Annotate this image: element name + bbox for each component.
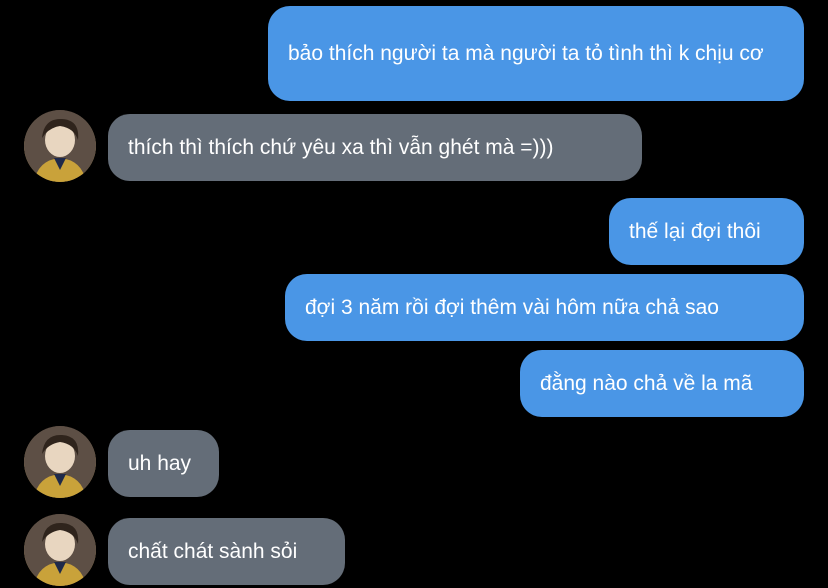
contact-avatar[interactable] [24, 514, 96, 586]
message-text: chất chát sành sỏi [128, 539, 298, 563]
message-bubble-outgoing[interactable]: đằng nào chả về la mã [520, 350, 804, 417]
message-bubble-outgoing[interactable]: đợi 3 năm rồi đợi thêm vài hôm nữa chả s… [285, 274, 804, 341]
message-text: đợi 3 năm rồi đợi thêm vài hôm nữa chả s… [305, 295, 719, 319]
avatar-photo-icon [24, 514, 96, 586]
avatar-photo-icon [24, 110, 96, 182]
contact-avatar[interactable] [24, 110, 96, 182]
message-bubble-incoming[interactable]: uh hay [108, 430, 219, 497]
message-text: thích thì thích chứ yêu xa thì vẫn ghét … [128, 135, 554, 159]
message-text: đằng nào chả về la mã [540, 371, 753, 395]
message-text: thế lại đợi thôi [629, 219, 761, 243]
message-bubble-incoming[interactable]: thích thì thích chứ yêu xa thì vẫn ghét … [108, 114, 642, 181]
message-text: bảo thích người ta mà người ta tỏ tình t… [288, 41, 764, 65]
message-bubble-incoming[interactable]: chất chát sành sỏi [108, 518, 345, 585]
contact-avatar[interactable] [24, 426, 96, 498]
message-bubble-outgoing[interactable]: thế lại đợi thôi [609, 198, 804, 265]
message-bubble-outgoing[interactable]: bảo thích người ta mà người ta tỏ tình t… [268, 6, 804, 101]
avatar-photo-icon [24, 426, 96, 498]
message-text: uh hay [128, 451, 192, 475]
